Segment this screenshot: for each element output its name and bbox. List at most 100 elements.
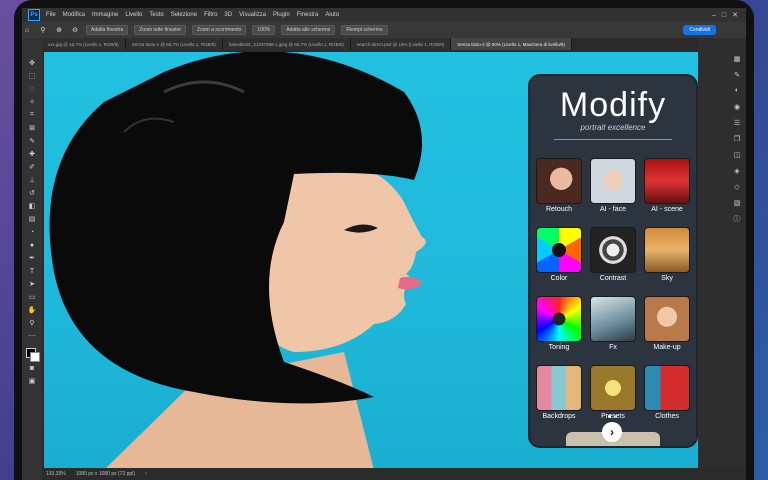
document-size: 1080 px x 1080 px (72 ppi) [75, 471, 135, 477]
menu-selezione[interactable]: Selezione [171, 12, 197, 18]
eyedropper-tool-icon[interactable]: ✎ [27, 136, 37, 146]
document-canvas[interactable]: Modify portrait excellence Retouch AI - … [44, 52, 698, 470]
tile-toning[interactable]: Toning [536, 296, 582, 351]
tile-ai-face[interactable]: AI - face [590, 158, 636, 213]
zoom-in-icon[interactable]: ⊕ [54, 25, 64, 35]
zoom-100-button[interactable]: 100% [252, 25, 276, 35]
menu-modifica[interactable]: Modifica [63, 12, 85, 18]
zoom-level[interactable]: 133,33% [46, 471, 66, 477]
minimize-icon[interactable]: – [712, 12, 716, 19]
channels-panel-icon[interactable]: ◈ [733, 166, 742, 175]
color-swatches[interactable] [26, 348, 40, 362]
menu-finestra[interactable]: Finestra [297, 12, 319, 18]
document-tab[interactable]: xxx.jpg @ 16,7% (Livello 1, RGB/8) [42, 38, 126, 50]
brush-tool-icon[interactable]: ✐ [27, 162, 37, 172]
frame-tool-icon[interactable]: ⊠ [27, 123, 37, 133]
move-tool-icon[interactable]: ✥ [27, 58, 37, 68]
makeup-thumb[interactable] [644, 296, 690, 342]
zoom-all-windows-button[interactable]: Zoom tutte finestre [134, 25, 186, 35]
document-tab[interactable]: fotoedited1_21237399-1.jpeg @ 66,7% (Liv… [222, 38, 351, 50]
menu-immagine[interactable]: Immagine [92, 12, 118, 18]
tile-color[interactable]: Color [536, 227, 582, 282]
menu-3d[interactable]: 3D [224, 12, 232, 18]
retouch-thumb[interactable] [536, 158, 582, 204]
tile-sky[interactable]: Sky [644, 227, 690, 282]
tile-retouch[interactable]: Retouch [536, 158, 582, 213]
history-panel-icon[interactable]: ▦ [733, 54, 742, 63]
tile-backdrops[interactable]: Backdrops [536, 365, 582, 420]
color-panel-icon[interactable]: ◉ [733, 102, 742, 111]
menu-file[interactable]: File [46, 12, 56, 18]
blur-tool-icon[interactable]: ◔ [27, 227, 37, 237]
clothes-thumb[interactable] [644, 365, 690, 411]
properties-panel-icon[interactable]: ☰ [733, 118, 742, 127]
share-button[interactable]: Condividi [683, 25, 716, 35]
menu-visualizza[interactable]: Visualizza [239, 12, 266, 18]
document-tab[interactable]: Senza titolo-1 @ 66,7% (Livello 1, RGB/8… [125, 38, 223, 50]
tile-fx[interactable]: Fx [590, 296, 636, 351]
tile-clothes[interactable]: Clothes [644, 365, 690, 420]
dodge-tool-icon[interactable]: ● [27, 240, 37, 250]
backdrops-thumb[interactable] [536, 365, 582, 411]
path-selection-tool-icon[interactable]: ➤ [27, 279, 37, 289]
type-tool-icon[interactable]: T [27, 266, 37, 276]
maximize-icon[interactable]: □ [722, 12, 726, 19]
presets-thumb[interactable] [590, 365, 636, 411]
adjustments-panel-icon[interactable]: ◐ [733, 86, 742, 95]
layers-panel-icon[interactable]: ◫ [733, 150, 742, 159]
next-page-button[interactable]: › [602, 422, 622, 442]
page-dot-active[interactable] [608, 415, 611, 418]
healing-brush-tool-icon[interactable]: ✚ [27, 149, 37, 159]
info-panel-icon[interactable]: ⓘ [733, 214, 742, 223]
more-tools-icon[interactable]: ⋯ [27, 331, 37, 341]
quick-mask-icon[interactable]: ◙ [27, 363, 37, 373]
menu-aiuto[interactable]: Aiuto [325, 12, 339, 18]
color-thumb[interactable] [536, 227, 582, 273]
fit-window-button[interactable]: Adatta finestra [86, 25, 129, 35]
page-dot[interactable] [614, 415, 617, 418]
home-icon[interactable]: ⌂ [22, 25, 32, 35]
document-tab[interactable]: search-direct.psd @ 15% (Livello 1, RGB/… [350, 38, 452, 50]
tile-ai-scene[interactable]: AI - scene [644, 158, 690, 213]
background-color-swatch[interactable] [30, 352, 40, 362]
zoom-tool-icon[interactable]: ⚲ [38, 25, 48, 35]
marquee-tool-icon[interactable]: ⬚ [27, 71, 37, 81]
crop-tool-icon[interactable]: ⌗ [27, 110, 37, 120]
shape-tool-icon[interactable]: ▭ [27, 292, 37, 302]
menu-livello[interactable]: Livello [125, 12, 142, 18]
close-icon[interactable]: ✕ [732, 11, 738, 19]
clone-stamp-tool-icon[interactable]: ⊥ [27, 175, 37, 185]
tile-makeup[interactable]: Make-up [644, 296, 690, 351]
brush-panel-icon[interactable]: ✎ [733, 70, 742, 79]
menu-testo[interactable]: Testo [149, 12, 163, 18]
swatches-panel-icon[interactable]: ▧ [733, 198, 742, 207]
hand-tool-icon[interactable]: ✋ [27, 305, 37, 315]
ai-face-thumb[interactable] [590, 158, 636, 204]
history-brush-tool-icon[interactable]: ↺ [27, 188, 37, 198]
screen-mode-icon[interactable]: ▣ [27, 376, 37, 386]
paths-panel-icon[interactable]: ◇ [733, 182, 742, 191]
ai-scene-thumb[interactable] [644, 158, 690, 204]
eraser-tool-icon[interactable]: ◧ [27, 201, 37, 211]
fx-thumb[interactable] [590, 296, 636, 342]
magic-wand-tool-icon[interactable]: ✧ [27, 97, 37, 107]
zoom-out-icon[interactable]: ⊖ [70, 25, 80, 35]
menu-plugin[interactable]: Plugin [273, 12, 290, 18]
lasso-tool-icon[interactable]: ◌ [27, 84, 37, 94]
zoom-tool-icon[interactable]: ⚲ [27, 318, 37, 328]
tile-contrast[interactable]: Contrast [590, 227, 636, 282]
fit-screen-button[interactable]: Adatta allo schermo [281, 25, 336, 35]
fill-screen-button[interactable]: Riempi schermo [341, 25, 388, 35]
sky-thumb[interactable] [644, 227, 690, 273]
scrubby-zoom-button[interactable]: Zoom a scorrimento [191, 25, 247, 35]
menu-filtro[interactable]: Filtro [204, 12, 217, 18]
gradient-tool-icon[interactable]: ▤ [27, 214, 37, 224]
contrast-thumb[interactable] [590, 227, 636, 273]
pen-tool-icon[interactable]: ✒ [27, 253, 37, 263]
tile-presets[interactable]: Presets [590, 365, 636, 420]
libraries-panel-icon[interactable]: ❒ [733, 134, 742, 143]
status-arrow-icon[interactable]: › [145, 471, 147, 477]
photoshop-logo: Ps [28, 9, 40, 21]
document-tab-active[interactable]: Senza titolo-2 @ 50% (Livello 1, Mascher… [451, 38, 572, 50]
toning-thumb[interactable] [536, 296, 582, 342]
